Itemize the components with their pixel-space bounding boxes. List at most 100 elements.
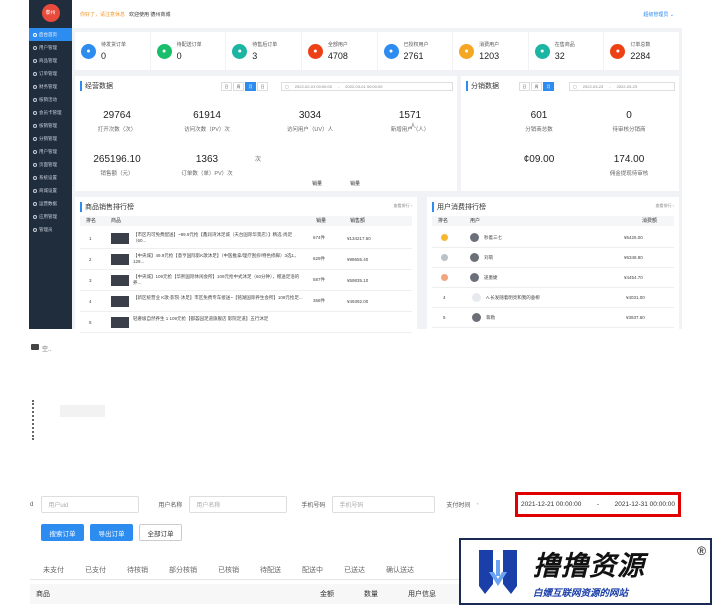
sidebar-item[interactable]: 页面管理: [29, 158, 72, 171]
stat-card[interactable]: ● 订单总数 2284: [604, 32, 679, 70]
rank-cell: 3: [89, 277, 92, 283]
stat-card[interactable]: ● 全部用户 4708: [301, 32, 377, 70]
ops-date-range[interactable]: ▢ 2022-02-01 00:00:00 - 2022-03-01 00:00…: [281, 82, 453, 91]
stat-card[interactable]: ● 待售后订单 3: [226, 32, 301, 70]
period-tab[interactable]: 日: [519, 82, 530, 91]
sidebar-item[interactable]: 分销管理: [29, 132, 72, 145]
sidebar-item[interactable]: 核销管理: [29, 119, 72, 132]
period-tab[interactable]: 月: [245, 82, 256, 91]
ops-stat-value: 29764: [103, 110, 131, 121]
tab-status[interactable]: 确认送达: [386, 565, 414, 575]
menu-icon: [33, 214, 37, 219]
user-rank-panel: 用户消费排行榜 查看排行 › 排名 用户 消费额 秒着三七 ¥6425.00 刘萌 ¥…: [427, 197, 679, 329]
tab-status[interactable]: 已送达: [344, 565, 365, 575]
stat-card[interactable]: ● 在售商品 32: [528, 32, 604, 70]
sidebar-item-label: 财务管理: [39, 83, 57, 89]
sidebar-item[interactable]: 会员卡管理: [29, 106, 72, 119]
product-thumbnail: [111, 274, 129, 286]
ops-stat-value: 1363: [195, 154, 219, 165]
menu-icon: [33, 162, 37, 167]
service-icon: ●: [232, 43, 248, 59]
medal-icon: [441, 254, 448, 261]
menu-icon: [33, 45, 37, 50]
all-orders-button[interactable]: 全部订单: [139, 524, 182, 541]
pay-time-range[interactable]: 2021-12-21 00:00:00 - 2021-12-31 00:00:0…: [515, 492, 681, 517]
sidebar-item[interactable]: 财务管理: [29, 80, 72, 93]
sales-cell: 674件: [313, 235, 326, 240]
export-orders-button[interactable]: 导出订单: [90, 524, 133, 541]
clock-icon: ◔: [475, 501, 480, 508]
stat-card[interactable]: ● 消费用户 1203: [453, 32, 528, 70]
ops-stat-label: 订单数（单）PV）次: [181, 171, 233, 177]
sidebar-item-label: 用户管理: [39, 44, 57, 50]
col-goods: 商品: [36, 591, 50, 598]
sidebar-item[interactable]: 订单管理: [29, 67, 72, 80]
stat-card[interactable]: ● 待发货订单 0: [75, 32, 150, 70]
sidebar-item-label: 页面管理: [39, 161, 57, 167]
dist-date-range[interactable]: ▢ 2022-03-23 - 2022-03-23: [569, 82, 675, 91]
user-menu[interactable]: 超级管理员 ⌄: [643, 11, 674, 18]
product-rank-more[interactable]: 查看排行 ›: [394, 203, 412, 209]
period-tab[interactable]: 周: [233, 82, 244, 91]
spend-cell: ¥3937.60: [626, 315, 645, 320]
box-icon: ●: [81, 43, 96, 59]
dashboard-screenshot: 泰州 后台首页 用户管理 商品管理 订单管理 财务管理 核销活动 会员卡管理 核销管理 分销管理…: [29, 0, 682, 333]
watermark-emblem-icon: [469, 546, 527, 598]
sidebar-item[interactable]: 商城设置: [29, 184, 72, 197]
sidebar-item[interactable]: 用户管理: [29, 41, 72, 54]
period-tab[interactable]: 日: [257, 82, 268, 91]
product-thumbnail: [111, 295, 129, 307]
sidebar-item[interactable]: 用户管理: [29, 145, 72, 158]
tab-status[interactable]: 部分核销: [169, 565, 197, 575]
medal-icon: [441, 234, 448, 241]
tab-status[interactable]: 未支付: [43, 565, 64, 575]
table-row[interactable]: 5 轻奢级自然养生 1 109元抢【都荟园足道旗舰店 影院足道】五行沐足: [80, 312, 412, 333]
menu-icon: [33, 136, 37, 141]
table-row[interactable]: 秒着三七 ¥6425.00: [432, 228, 674, 248]
menu-icon: [33, 84, 37, 89]
sidebar-item[interactable]: 系统设置: [29, 171, 72, 184]
sidebar-item[interactable]: 管理员: [29, 223, 72, 236]
table-row[interactable]: 遂墨婕 ¥4454.70: [432, 268, 674, 288]
tab-status[interactable]: 待核销: [127, 565, 148, 575]
sales-cell: 629件: [313, 256, 326, 261]
tab-status[interactable]: 已核销: [218, 565, 239, 575]
name-input[interactable]: 用户名称: [189, 496, 288, 513]
sidebar-item[interactable]: 应用管理: [29, 210, 72, 223]
table-row[interactable]: 2 【中央城】49.9元抢【意亨国际影K歌沐足】（中医推拿/理疗刮痧/特色修脚）3…: [80, 249, 412, 270]
tab-status[interactable]: 待配送: [260, 565, 281, 575]
period-tab[interactable]: 日: [221, 82, 232, 91]
period-tab[interactable]: 月: [543, 82, 554, 91]
ops-date-sep: -: [337, 84, 340, 89]
period-tab[interactable]: 周: [531, 82, 542, 91]
uid-input[interactable]: 用户uid: [41, 496, 140, 513]
user-rank-title: 用户消费排行榜: [432, 202, 486, 212]
truck-icon: ●: [156, 43, 172, 59]
phone-input[interactable]: 手机号码: [332, 496, 436, 513]
dist-period-tabs: 日周月: [519, 82, 554, 91]
sidebar-item[interactable]: 运营数据: [29, 197, 72, 210]
sidebar-item[interactable]: 核销活动: [29, 93, 72, 106]
tab-status[interactable]: 配送中: [302, 565, 323, 575]
table-row[interactable]: 1 【市区内可免费配送】~99.9元抢【鑫润湾沐足城（天台国际华景店）】精选·尚足…: [80, 228, 412, 249]
dist-title: 分销数据: [466, 81, 499, 91]
sales-cell: 358件: [313, 298, 326, 303]
stat-card[interactable]: ● 待配送订单 0: [150, 32, 226, 70]
user-rank-more[interactable]: 查看排行 ›: [656, 203, 674, 209]
ops-stat-label: 打开次数（次）: [97, 127, 137, 133]
auth-icon: ●: [383, 43, 399, 59]
stat-card[interactable]: ● 已授权用户 2761: [377, 32, 453, 70]
product-name: 【市区内可免费配送】~99.9元抢【鑫润湾沐足城（天台国际华景店）】精选·尚足（…: [133, 232, 293, 243]
stat-card-label: 全部用户: [327, 42, 348, 48]
tab-status[interactable]: 已支付: [85, 565, 106, 575]
table-row[interactable]: 4 A.长发随着明亮和我的垂柳 ¥4031.00: [432, 288, 674, 308]
table-row[interactable]: 3 【中央城】109元抢【华熙国际休闲会所】109元抢中式沐足（60分钟），赠送足…: [80, 270, 412, 291]
col-rank: 排名: [438, 218, 449, 224]
table-row[interactable]: 5 蒋勒 ¥3937.60: [432, 308, 674, 328]
stat-card-value: 0: [101, 51, 107, 61]
table-row[interactable]: 4 【新区统营业 K歌·影院·沐足】市区免费专车接送~【铭湖国际养生会所】109元…: [80, 291, 412, 312]
sidebar-item[interactable]: 后台首页: [29, 28, 72, 41]
search-orders-button[interactable]: 搜索订单: [41, 524, 84, 541]
table-row[interactable]: 刘萌 ¥6348.80: [432, 248, 674, 268]
sidebar-item[interactable]: 商品管理: [29, 54, 72, 67]
